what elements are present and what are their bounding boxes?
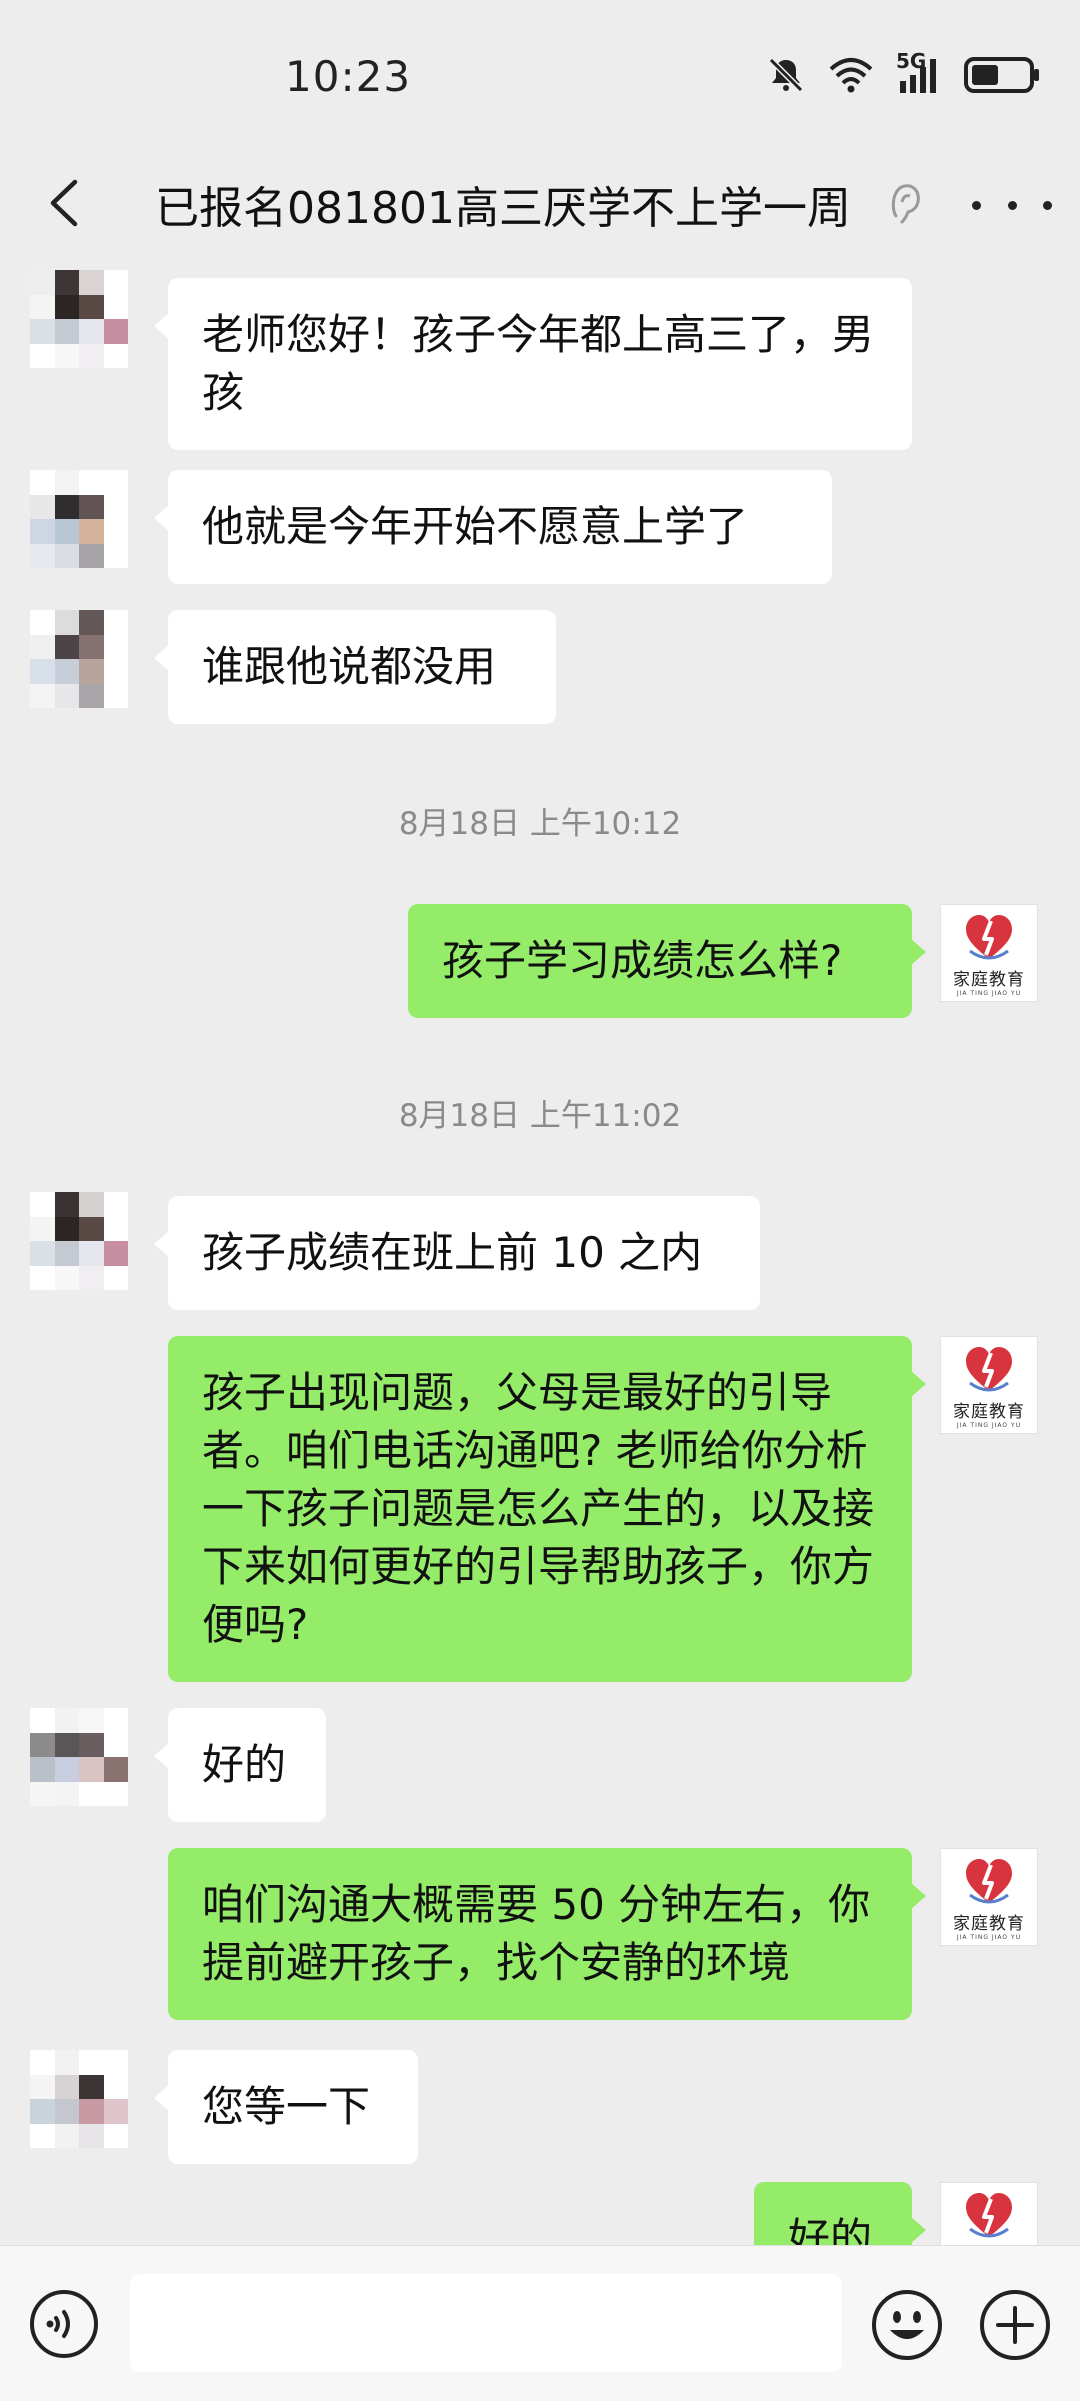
- brand-name: 家庭教育: [953, 1914, 1025, 1934]
- plus-icon: [980, 2290, 1050, 2360]
- message-bubble-incoming[interactable]: 孩子成绩在班上前 10 之内: [154, 1196, 760, 1310]
- contact-avatar[interactable]: [30, 270, 128, 368]
- message-bubble-outgoing[interactable]: 孩子学习成绩怎么样?: [408, 904, 926, 1018]
- mute-bell-icon: [766, 55, 806, 95]
- brand-logo: [941, 2183, 1037, 2245]
- chat-title: 已报名081801高三厌学不上学一周: [155, 183, 851, 234]
- message-bubble-outgoing[interactable]: 孩子出现问题，父母是最好的引导者。咱们电话沟通吧? 老师给你分析一下孩子问题是怎…: [168, 1336, 926, 1682]
- voice-button[interactable]: [28, 2288, 100, 2360]
- status-bar: 10:23 5G: [0, 0, 1080, 150]
- chat-area[interactable]: 老师您好！孩子今年都上高三了，男孩 他就是今年开始不愿意上学了 谁跟他说都没用 …: [0, 260, 1080, 2245]
- message-bubble-incoming[interactable]: 好的: [154, 1708, 326, 1822]
- emoji-icon: [872, 2290, 942, 2360]
- back-button[interactable]: [30, 170, 100, 240]
- network-label: 5G: [896, 49, 927, 73]
- brand-name: 家庭教育: [953, 1402, 1025, 1422]
- status-time: 10:23: [285, 52, 412, 101]
- status-icons: 5G: [766, 49, 1040, 95]
- heart-logo-icon: [966, 2193, 1012, 2238]
- voice-icon: [30, 2290, 98, 2358]
- contact-avatar[interactable]: [30, 470, 128, 568]
- emoji-button[interactable]: [870, 2288, 944, 2362]
- wifi-icon: [828, 55, 874, 95]
- brand-subtitle: JIA TING JIAO YU: [956, 1934, 1022, 1941]
- battery-icon: [964, 55, 1040, 95]
- brand-logo: 家庭教育 JIA TING JIAO YU: [941, 1849, 1037, 1945]
- message-bubble-outgoing[interactable]: 咱们沟通大概需要 50 分钟左右，你提前避开孩子，找个安静的环境: [168, 1848, 926, 2020]
- brand-name: 家庭教育: [953, 970, 1025, 990]
- signal-icon: 5G: [896, 49, 942, 95]
- contact-avatar[interactable]: [30, 2050, 128, 2148]
- self-avatar[interactable]: [940, 2182, 1038, 2245]
- brand-subtitle: JIA TING JIAO YU: [956, 990, 1022, 997]
- title-bar: 已报名081801高三厌学不上学一周: [0, 150, 1080, 260]
- message-bubble-incoming[interactable]: 老师您好！孩子今年都上高三了，男孩: [154, 278, 912, 450]
- self-avatar[interactable]: 家庭教育 JIA TING JIAO YU: [940, 1336, 1038, 1434]
- heart-logo-icon: [966, 915, 1012, 960]
- more-actions-button[interactable]: [978, 2288, 1052, 2362]
- input-bar: [0, 2245, 1080, 2401]
- heart-logo-icon: [966, 1347, 1012, 1392]
- brand-logo: 家庭教育 JIA TING JIAO YU: [941, 1337, 1037, 1433]
- message-bubble-incoming[interactable]: 他就是今年开始不愿意上学了: [154, 470, 832, 584]
- more-button[interactable]: [972, 180, 1052, 230]
- contact-avatar[interactable]: [30, 1708, 128, 1806]
- contact-avatar[interactable]: [30, 1192, 128, 1290]
- message-input[interactable]: [130, 2274, 842, 2372]
- message-bubble-outgoing[interactable]: 好的: [754, 2182, 926, 2245]
- ear-icon: [888, 180, 922, 232]
- message-timestamp: 8月18日 上午10:12: [398, 806, 682, 842]
- message-bubble-incoming[interactable]: 谁跟他说都没用: [154, 610, 556, 724]
- back-icon: [45, 178, 85, 232]
- message-timestamp: 8月18日 上午11:02: [398, 1098, 682, 1134]
- contact-avatar[interactable]: [30, 610, 128, 708]
- message-bubble-incoming[interactable]: 您等一下: [154, 2050, 418, 2164]
- brand-subtitle: JIA TING JIAO YU: [956, 1422, 1022, 1429]
- self-avatar[interactable]: 家庭教育 JIA TING JIAO YU: [940, 904, 1038, 1002]
- more-icon: [972, 200, 981, 210]
- self-avatar[interactable]: 家庭教育 JIA TING JIAO YU: [940, 1848, 1038, 1946]
- heart-logo-icon: [966, 1859, 1012, 1904]
- brand-logo: 家庭教育 JIA TING JIAO YU: [941, 905, 1037, 1001]
